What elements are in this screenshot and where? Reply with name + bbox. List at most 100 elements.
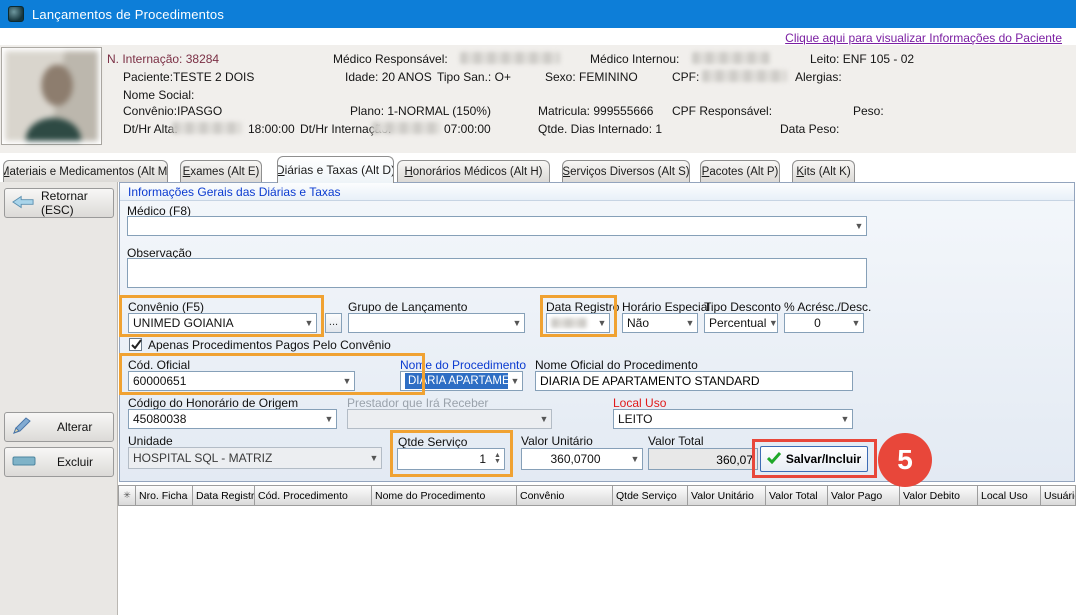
cod-honorario-label: Código do Honorário de Origem — [128, 396, 298, 410]
retornar-button[interactable]: Retornar (ESC) — [4, 188, 114, 218]
col-valor-pago[interactable]: Valor Pago — [828, 485, 900, 506]
asterisk-icon: ✳ — [123, 490, 131, 501]
dthr-alta-time: 18:00:00 — [248, 122, 295, 136]
valor-total-field: 360,07 — [648, 448, 758, 470]
cpf-label: CPF: — [672, 70, 699, 84]
leito-field: Leito: ENF 105 - 02 — [810, 52, 914, 66]
qtde-servico-spinner[interactable]: 1 ▲▼ — [397, 448, 505, 470]
col-local-uso[interactable]: Local Uso — [978, 485, 1041, 506]
procedure-entry-window: Lançamentos de Procedimentos Clique aqui… — [0, 0, 1076, 615]
col-valor-debito[interactable]: Valor Debito — [900, 485, 978, 506]
col-qtde-servico[interactable]: Qtde Serviço — [613, 485, 688, 506]
col-nro-ficha[interactable]: Nro. Ficha — [136, 485, 193, 506]
step-5-badge: 5 — [878, 433, 932, 487]
valor-total-label: Valor Total — [648, 434, 704, 448]
prestador-label: Prestador que Irá Receber — [347, 396, 488, 410]
observacao-input[interactable] — [127, 258, 867, 288]
qtde-dias-field: Qtde. Dias Internado: 1 — [538, 122, 662, 136]
plano-field: Plano: 1-NORMAL (150%) — [350, 104, 491, 118]
tipo-desconto-label: Tipo Desconto — [704, 300, 781, 314]
chevron-down-icon: ▼ — [766, 318, 778, 328]
dthr-alta-field: Dt/Hr Alta: — [123, 122, 178, 136]
data-peso-label: Data Peso: — [780, 122, 839, 136]
dthr-internacao-time: 07:00:00 — [444, 122, 491, 136]
excluir-button[interactable]: Excluir — [4, 447, 114, 477]
spinner-arrows-icon[interactable]: ▲▼ — [491, 453, 504, 465]
medico-combobox[interactable]: ▼ — [127, 216, 867, 236]
salvar-incluir-button[interactable]: Salvar/Incluir — [760, 446, 868, 472]
col-valor-total[interactable]: Valor Total — [766, 485, 828, 506]
horario-especial-combobox[interactable]: Não ▼ — [622, 313, 698, 333]
local-uso-combobox[interactable]: LEITO ▼ — [613, 409, 853, 429]
tab-materiais-medicamentos[interactable]: Materiais e Medicamentos (Alt M) — [3, 160, 168, 182]
redacted-medico-responsavel — [460, 52, 560, 64]
medico-internou-label: Médico Internou: — [590, 52, 679, 66]
tab-diarias-taxas[interactable]: Diárias e Taxas (Alt D) — [277, 156, 394, 183]
redacted-data-alta — [172, 122, 242, 134]
col-convenio[interactable]: Convênio — [517, 485, 613, 506]
section-title: Informações Gerais das Diárias e Taxas — [120, 183, 1074, 201]
cod-oficial-combobox[interactable]: 60000651 ▼ — [128, 371, 355, 391]
grupo-lancamento-combobox[interactable]: ▼ — [348, 313, 525, 333]
nome-procedimento-label: Nome do Procedimento — [400, 358, 526, 372]
acresc-desc-label: % Acrésc./Desc. — [784, 300, 871, 314]
col-cod-procedimento[interactable]: Cód. Procedimento — [255, 485, 372, 506]
redacted-data-registro — [551, 318, 587, 328]
check-icon — [130, 338, 143, 351]
sexo-field: Sexo: FEMININO — [545, 70, 638, 84]
tab-exames[interactable]: Exames (Alt E) — [180, 160, 262, 182]
cod-honorario-combobox[interactable]: 45080038 ▼ — [128, 409, 337, 429]
nome-procedimento-combobox[interactable]: DIARIA APARTAMENTO ▼ — [400, 371, 523, 391]
alterar-button[interactable]: Alterar — [4, 412, 114, 442]
acresc-desc-field[interactable]: 0 ▼ — [784, 313, 864, 333]
chevron-down-icon: ▼ — [838, 414, 852, 424]
redacted-medico-internou — [692, 52, 770, 64]
peso-label: Peso: — [853, 104, 884, 118]
nome-oficial-label: Nome Oficial do Procedimento — [535, 358, 698, 372]
tipo-desconto-combobox[interactable]: Percentual ▼ — [704, 313, 778, 333]
app-icon — [8, 6, 24, 22]
cpf-responsavel-label: CPF Responsável: — [672, 104, 772, 118]
patient-photo — [1, 47, 102, 145]
window-title: Lançamentos de Procedimentos — [32, 7, 224, 22]
tab-kits[interactable]: Kits (Alt K) — [792, 160, 855, 182]
chevron-down-icon: ▼ — [367, 453, 381, 463]
row-indicator-column: ✳ — [118, 485, 136, 506]
chevron-down-icon: ▼ — [852, 221, 866, 231]
prestador-combobox: ▼ — [347, 409, 552, 429]
apenas-pagos-checkbox[interactable] — [129, 338, 142, 351]
tab-pacotes[interactable]: Pacotes (Alt P) — [700, 160, 780, 182]
idade-field: Idade: 20 ANOS — [345, 70, 432, 84]
chevron-down-icon: ▼ — [322, 414, 336, 424]
convenio-browse-button[interactable]: ... — [325, 313, 342, 333]
local-uso-label: Local Uso — [613, 396, 666, 410]
chevron-down-icon: ▼ — [683, 318, 697, 328]
unidade-label: Unidade — [128, 434, 173, 448]
col-usuario[interactable]: Usuário — [1041, 485, 1076, 506]
valor-unitario-field[interactable]: 360,0700 ▼ — [521, 448, 643, 470]
data-registro-label: Data Registro — [546, 300, 619, 314]
patient-info-link[interactable]: Clique aqui para visualizar Informações … — [785, 31, 1062, 45]
delete-bar-icon — [12, 455, 36, 470]
col-nome-procedimento[interactable]: Nome do Procedimento — [372, 485, 517, 506]
alergias-label: Alergias: — [795, 70, 842, 84]
tab-honorarios-medicos[interactable]: Honorários Médicos (Alt H) — [397, 160, 550, 182]
qtde-servico-label: Qtde Serviço — [398, 435, 467, 449]
convenio-combobox[interactable]: UNIMED GOIANIA ▼ — [128, 313, 317, 333]
paciente-field: Paciente:TESTE 2 DOIS — [123, 70, 254, 84]
results-grid-body — [118, 506, 1076, 615]
titlebar: Lançamentos de Procedimentos — [0, 0, 1076, 28]
results-grid-header: ✳ Nro. Ficha Data Registro Cód. Procedim… — [118, 485, 1076, 506]
chevron-down-icon: ▼ — [302, 318, 316, 328]
tab-servicos-diversos[interactable]: Serviços Diversos (Alt S) — [562, 160, 690, 182]
chevron-down-icon: ▼ — [849, 318, 863, 328]
col-valor-unitario[interactable]: Valor Unitário — [688, 485, 766, 506]
green-check-icon — [767, 452, 781, 467]
convenio-f5-label: Convênio (F5) — [128, 300, 204, 314]
back-arrow-icon — [12, 195, 34, 212]
col-data-registro[interactable]: Data Registro — [193, 485, 255, 506]
redacted-cpf — [702, 70, 787, 82]
nome-oficial-input[interactable]: DIARIA DE APARTAMENTO STANDARD — [535, 371, 853, 391]
data-registro-combobox[interactable]: ▼ — [546, 313, 610, 333]
pencil-icon — [12, 417, 32, 438]
